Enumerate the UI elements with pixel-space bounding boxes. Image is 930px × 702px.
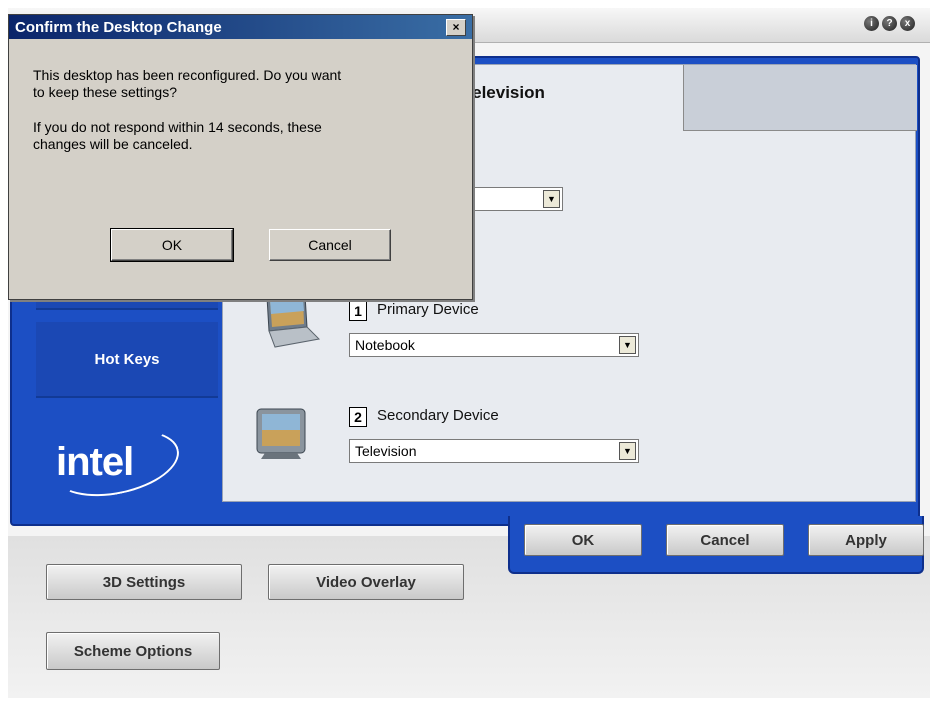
primary-number: 1 <box>349 301 367 321</box>
tab-television[interactable]: Television <box>463 83 545 103</box>
info-icon[interactable]: i <box>864 16 879 31</box>
chevron-down-icon[interactable]: ▼ <box>543 190 560 208</box>
dialog-message-line4: changes will be canceled. <box>33 136 193 152</box>
chevron-down-icon[interactable]: ▼ <box>619 442 636 460</box>
television-icon <box>256 408 306 459</box>
close-icon[interactable]: x <box>900 16 915 31</box>
dialog-cancel-button[interactable]: Cancel <box>269 229 391 261</box>
apply-button[interactable]: Apply <box>808 524 924 556</box>
confirm-desktop-change-dialog: Confirm the Desktop Change × This deskto… <box>8 14 473 300</box>
dialog-message-line3: If you do not respond within 14 seconds,… <box>33 119 322 135</box>
secondary-number: 2 <box>349 407 367 427</box>
tab-inactive[interactable] <box>683 65 917 131</box>
dialog-title-bar[interactable]: Confirm the Desktop Change × <box>9 15 472 39</box>
secondary-device-value: Television <box>355 443 417 459</box>
chevron-down-icon[interactable]: ▼ <box>619 336 636 354</box>
notebook-icon <box>266 294 321 348</box>
cancel-button[interactable]: Cancel <box>666 524 784 556</box>
secondary-device-select[interactable]: Television ▼ <box>349 439 639 463</box>
video-overlay-button[interactable]: Video Overlay <box>268 564 464 600</box>
dialog-message-line1: This desktop has been reconfigured. Do y… <box>33 67 342 83</box>
scheme-options-button[interactable]: Scheme Options <box>46 632 220 670</box>
dialog-title: Confirm the Desktop Change <box>15 19 222 36</box>
dialog-ok-button[interactable]: OK <box>110 228 234 262</box>
dialog-message-line2: to keep these settings? <box>33 84 177 100</box>
primary-device-select[interactable]: Notebook ▼ <box>349 333 639 357</box>
primary-device-label: Primary Device <box>377 301 479 318</box>
action-bar: OK Cancel Apply <box>508 516 924 574</box>
intel-logo: intel <box>56 440 134 484</box>
ok-button[interactable]: OK <box>524 524 642 556</box>
nav-item-hot-keys[interactable]: Hot Keys <box>36 322 218 398</box>
dialog-close-icon[interactable]: × <box>446 19 466 36</box>
primary-device-value: Notebook <box>355 337 415 353</box>
display-mode-select[interactable]: ▼ <box>463 187 563 211</box>
3d-settings-button[interactable]: 3D Settings <box>46 564 242 600</box>
secondary-device-label: Secondary Device <box>377 407 499 424</box>
help-icon[interactable]: ? <box>882 16 897 31</box>
